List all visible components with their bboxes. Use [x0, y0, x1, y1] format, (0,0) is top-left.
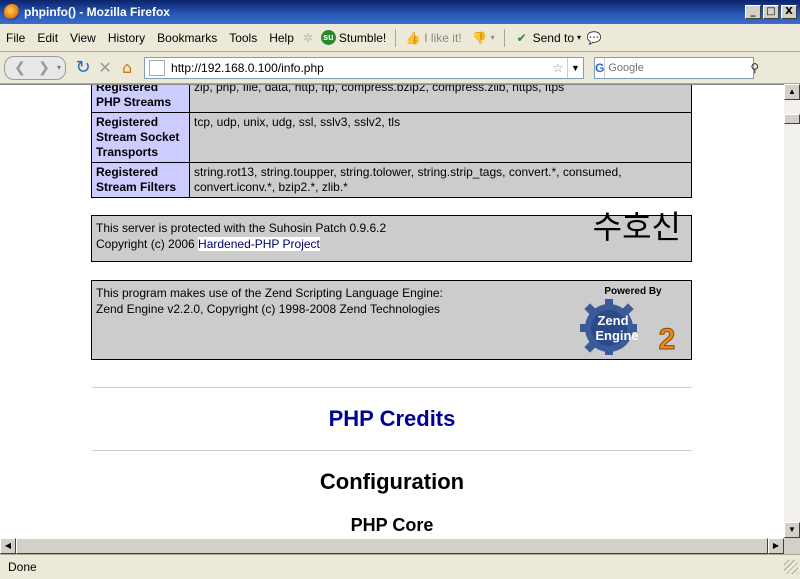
zend-box: This program makes use of the Zend Scrip… [91, 280, 692, 360]
firefox-icon [4, 4, 20, 20]
stumble-settings-icon[interactable]: ✲ [300, 30, 316, 46]
menu-history[interactable]: History [102, 31, 151, 45]
back-forward-group: ❮ ❯ ▾ [4, 55, 67, 80]
search-icon[interactable]: ⚲ [750, 61, 759, 75]
row-value: zip, php, file, data, http, ftp, compres… [189, 85, 692, 113]
dropdown-arrow-icon: ▾ [577, 33, 582, 42]
scroll-down-icon[interactable]: ▼ [784, 522, 800, 538]
menu-bookmarks[interactable]: Bookmarks [151, 31, 223, 45]
navigation-toolbar: ❮ ❯ ▾ ↻ ✕ ⌂ ☆ ▼ G ⚲ [0, 52, 800, 84]
horizontal-scrollbar[interactable]: ◀ ▶ [0, 538, 784, 554]
thumbs-down-icon: 👎 [472, 30, 488, 45]
scroll-up-icon[interactable]: ▲ [784, 84, 800, 100]
scroll-right-icon[interactable]: ▶ [768, 538, 784, 554]
php-core-heading: PHP Core [350, 515, 434, 535]
row-name: Registered Stream Filters [91, 162, 190, 198]
home-icon[interactable]: ⌂ [116, 57, 138, 79]
like-button[interactable]: 👍 I like it! [400, 30, 466, 46]
toolbar-separator [503, 28, 505, 47]
scrollbar-corner [784, 538, 800, 554]
vertical-scroll-thumb[interactable] [784, 114, 800, 124]
search-bar[interactable]: G ⚲ [594, 56, 759, 79]
status-bar: Done [0, 554, 800, 579]
dropdown-arrow-icon: ▾ [490, 33, 495, 42]
row-name: Registered Stream Socket Transports [91, 112, 190, 163]
send-to-button[interactable]: ✔ Send to ▾ [509, 30, 586, 46]
search-input[interactable] [605, 61, 751, 74]
divider [92, 387, 692, 388]
stumbleupon-icon: su [320, 30, 336, 45]
send-to-label: Send to [532, 30, 574, 45]
page-content: Registered PHP Streams zip, php, file, d… [0, 84, 784, 538]
divider [92, 450, 692, 451]
horizontal-scroll-thumb[interactable] [16, 538, 768, 554]
thumbs-up-icon: 👍 [405, 30, 421, 45]
reload-icon[interactable]: ↻ [72, 57, 94, 79]
vertical-scrollbar[interactable]: ▲ ▼ [784, 84, 800, 538]
php-credits-link[interactable]: PHP Credits [0, 406, 784, 432]
url-input[interactable] [171, 60, 550, 75]
menu-view[interactable]: View [64, 31, 102, 45]
menu-help[interactable]: Help [263, 31, 300, 45]
minimize-button[interactable]: _ [745, 5, 761, 19]
scroll-left-icon[interactable]: ◀ [0, 538, 16, 554]
stumble-label: Stumble! [338, 30, 387, 45]
table-row: Registered Stream Socket Transports tcp,… [91, 112, 692, 163]
bookmark-star-icon[interactable]: ☆ [549, 61, 567, 75]
like-label: I like it! [424, 30, 462, 45]
menu-edit[interactable]: Edit [31, 31, 64, 45]
row-name: Registered PHP Streams [91, 85, 190, 113]
url-dropdown-icon[interactable]: ▼ [567, 57, 583, 78]
close-button[interactable]: X [781, 5, 797, 19]
hardened-php-link[interactable]: Hardened-PHP Project [198, 237, 320, 251]
zend-logo-version: 2 [659, 323, 676, 355]
menu-tools[interactable]: Tools [223, 31, 263, 45]
zend-logo-word1: Zend [597, 313, 628, 328]
toolbar-separator [395, 28, 397, 47]
checkmark-icon: ✔ [516, 30, 527, 45]
stop-icon[interactable]: ✕ [94, 57, 116, 79]
suhosin-copyright-text: Copyright (c) 2006 [96, 237, 199, 251]
menu-file[interactable]: File [0, 31, 31, 45]
menu-bar: File Edit View History Bookmarks Tools H… [0, 24, 800, 52]
speech-bubble-icon[interactable]: 💬 [586, 30, 602, 46]
resize-grip-icon[interactable] [784, 560, 798, 574]
streams-table: Registered PHP Streams zip, php, file, d… [91, 85, 692, 198]
row-value: string.rot13, string.toupper, string.tol… [189, 162, 692, 198]
row-value: tcp, udp, unix, udg, ssl, sslv3, sslv2, … [189, 112, 692, 163]
maximize-button[interactable]: □ [763, 5, 779, 19]
window-title: phpinfo() - Mozilla Firefox [24, 5, 170, 19]
dislike-button[interactable]: 👎 ▾ [467, 30, 500, 46]
google-icon[interactable]: G [595, 57, 606, 78]
forward-arrow-icon[interactable]: ❯ [33, 57, 55, 79]
address-bar[interactable]: ☆ ▼ [144, 56, 585, 79]
page-icon [149, 59, 166, 76]
back-arrow-icon[interactable]: ❮ [9, 57, 31, 79]
zend-engine-logo: Powered By Zend Engine 2 [580, 286, 676, 355]
title-bar: phpinfo() - Mozilla Firefox _ □ X [0, 0, 800, 24]
table-row: Registered Stream Filters string.rot13, … [91, 162, 692, 198]
history-dropdown-icon[interactable]: ▾ [57, 63, 61, 72]
zend-logo-word2: Engine [595, 328, 638, 343]
suhosin-box: This server is protected with the Suhosi… [91, 208, 692, 262]
configuration-heading: Configuration [319, 469, 465, 494]
status-text: Done [8, 560, 37, 574]
stumble-button[interactable]: su Stumble! [316, 30, 391, 45]
powered-by-text: Powered By [604, 286, 662, 297]
table-row: Registered PHP Streams zip, php, file, d… [91, 85, 692, 113]
suhosin-logo: 수호신 [592, 208, 681, 246]
